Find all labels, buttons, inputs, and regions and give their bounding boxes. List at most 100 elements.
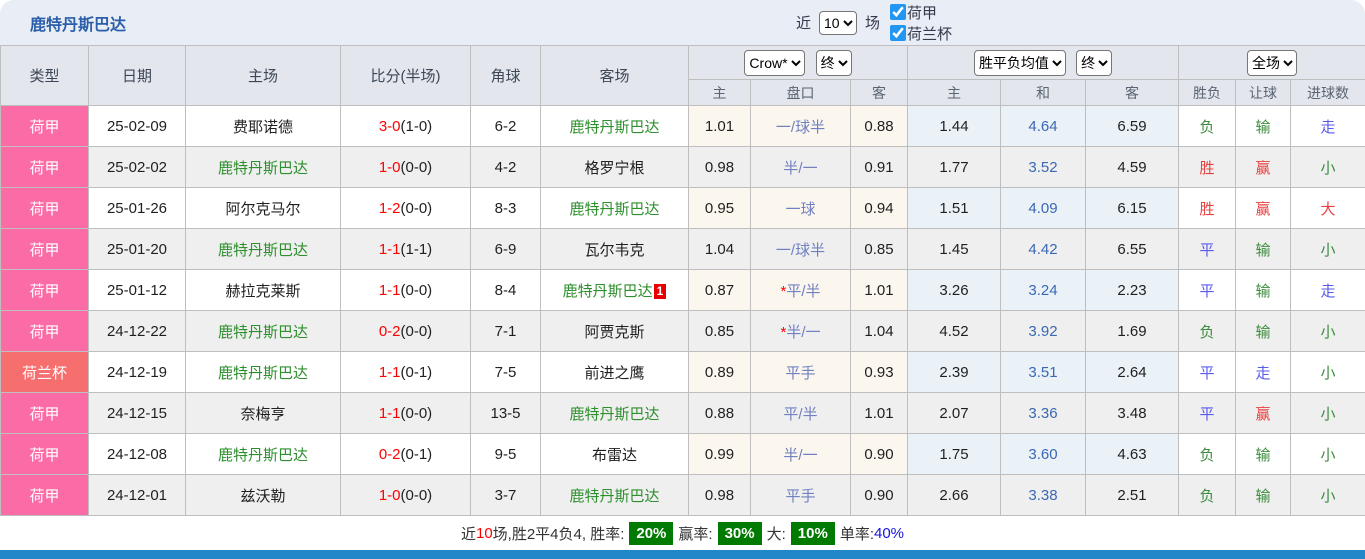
fulltime-score: 0-2 (378, 322, 401, 340)
subcol-euro-draw: 和 (1000, 79, 1087, 106)
euro-home-odds-cell: 1.77 (907, 146, 1002, 188)
away-team-name: 鹿特丹斯巴达 (569, 405, 660, 423)
euro-draw-odds-cell: 4.64 (1000, 105, 1087, 147)
handicap-text: 一/球半 (775, 118, 826, 136)
handicap-result-text: 赢 (1255, 405, 1271, 423)
match-row: 荷甲 25-02-02 鹿特丹斯巴达 1-0(0-0) 4-2 格罗宁根 0.98 半/一 0.… (0, 146, 1365, 188)
asian-away-odds-cell: 0.88 (849, 105, 909, 147)
euro-home-odds-cell: 1.45 (907, 228, 1002, 270)
euro-away-odds-cell: 1.69 (1085, 310, 1180, 352)
euro-draw-odds: 4.09 (1028, 199, 1058, 217)
handicap-cell: 一球 (750, 187, 851, 229)
asian-home-odds-cell: 0.95 (688, 187, 751, 229)
outcome-text: 负 (1199, 323, 1215, 341)
euro-away-odds-cell: 6.55 (1085, 228, 1180, 270)
home-team-cell: 鹿特丹斯巴达 (185, 310, 341, 352)
league-filter-1: 荷甲 (884, 2, 967, 23)
corners-cell: 9-5 (470, 433, 541, 475)
date-cell: 24-12-01 (88, 474, 186, 516)
handicap-cell: *半/一 (750, 310, 851, 352)
score-cell: 1-1(1-1) (340, 228, 471, 270)
handicap-cell: 半/一 (750, 433, 851, 475)
handicap-text: 半/一 (786, 323, 821, 341)
asian-home-odds-cell: 1.04 (688, 228, 751, 270)
handicap-text: 平/半 (786, 282, 821, 300)
score-cell: 1-0(0-0) (340, 146, 471, 188)
corners-cell: 7-5 (470, 351, 541, 393)
home-team-name: 阿尔克马尔 (225, 200, 301, 218)
handicap-cell: 平/半 (750, 392, 851, 434)
summary-count: 10 (475, 524, 493, 542)
corners-cell: 8-4 (470, 269, 541, 311)
outcome-text: 胜 (1199, 200, 1215, 218)
subcol-goals: 进球数 (1290, 79, 1365, 106)
league-filter-checkbox-2[interactable] (889, 25, 906, 41)
handicap-text: 半/一 (783, 159, 818, 177)
away-team-name: 格罗宁根 (584, 159, 645, 177)
handicap-cell: *平/半 (750, 269, 851, 311)
subcol-asian-away: 客 (849, 79, 909, 106)
euro-away-odds-cell: 6.59 (1085, 105, 1180, 147)
bottom-accent-bar (0, 550, 1365, 559)
league-filter-label-1: 荷甲 (906, 4, 937, 22)
score-cell: 1-0(0-0) (340, 474, 471, 516)
big-rate-label: 大: (766, 525, 786, 543)
outcome-text: 负 (1199, 446, 1215, 464)
handicap-result-text: 输 (1255, 487, 1271, 505)
scope-select[interactable]: 全场 (1247, 49, 1298, 76)
score-cell: 3-0(1-0) (340, 105, 471, 147)
summary-middle: 场,胜2平4负4, 胜率: (492, 525, 625, 543)
league-cell: 荷甲 (0, 269, 89, 311)
outcome-text: 胜 (1199, 159, 1215, 177)
euro-odds-group-header: 胜平负均值 终 (907, 45, 1180, 80)
asian-odds-time-select[interactable]: 终 (815, 49, 852, 76)
outcome-text: 平 (1199, 364, 1215, 382)
subcol-outcome: 胜负 (1178, 79, 1237, 106)
goals-result-cell: 小 (1290, 392, 1365, 434)
fulltime-score: 3-0 (378, 117, 401, 135)
league-filter-checkbox-1[interactable] (889, 4, 906, 20)
handicap-result-text: 赢 (1255, 159, 1271, 177)
summary-prefix: 近 (460, 525, 476, 543)
handicap-cell: 平手 (750, 474, 851, 516)
subcol-handicap-result: 让球 (1235, 79, 1292, 106)
corners-cell: 3-7 (470, 474, 541, 516)
home-team-name: 兹沃勒 (240, 487, 286, 505)
halftime-score: (0-1) (400, 363, 433, 381)
euro-home-odds-cell: 2.39 (907, 351, 1002, 393)
euro-odds-time-select[interactable]: 终 (1076, 49, 1113, 76)
asian-home-odds-cell: 0.88 (688, 392, 751, 434)
asian-away-odds-cell: 0.91 (849, 146, 909, 188)
away-team-name: 鹿特丹斯巴达 (562, 282, 653, 300)
recent-count-select[interactable]: 10 (818, 10, 857, 35)
goals-result-text: 小 (1320, 159, 1336, 177)
away-team-name: 布雷达 (591, 446, 637, 464)
match-row: 荷甲 25-01-12 赫拉克莱斯 1-1(0-0) 8-4 鹿特丹斯巴达 1 0.87 *平/… (0, 269, 1365, 311)
score-cell: 0-2(0-1) (340, 433, 471, 475)
home-team-cell: 费耶诺德 (185, 105, 341, 147)
handicap-result-text: 输 (1255, 323, 1271, 341)
home-team-name: 鹿特丹斯巴达 (217, 446, 308, 464)
euro-home-odds-cell: 4.52 (907, 310, 1002, 352)
euro-draw-odds: 4.42 (1028, 240, 1058, 258)
euro-away-odds-cell: 4.63 (1085, 433, 1180, 475)
goals-result-cell: 小 (1290, 433, 1365, 475)
euro-home-odds-cell: 1.51 (907, 187, 1002, 229)
away-team-cell: 阿贾克斯 (540, 310, 689, 352)
outcome-cell: 平 (1178, 228, 1237, 270)
date-cell: 25-02-09 (88, 105, 186, 147)
euro-odds-type-select[interactable]: 胜平负均值 (973, 49, 1066, 76)
goals-result-text: 小 (1320, 323, 1336, 341)
away-team-cell: 鹿特丹斯巴达 (540, 392, 689, 434)
away-team-cell: 瓦尔韦克 (540, 228, 689, 270)
league-cell: 荷甲 (0, 105, 89, 147)
euro-home-odds-cell: 2.66 (907, 474, 1002, 516)
halftime-score: (0-1) (400, 445, 433, 463)
handicap-text: 平手 (785, 487, 816, 505)
handicap-text: 平手 (785, 364, 816, 382)
league-cell: 荷甲 (0, 310, 89, 352)
corners-cell: 6-2 (470, 105, 541, 147)
date-cell: 24-12-15 (88, 392, 186, 434)
euro-home-odds-cell: 2.07 (907, 392, 1002, 434)
odds-company-select[interactable]: Crow* (744, 49, 806, 76)
